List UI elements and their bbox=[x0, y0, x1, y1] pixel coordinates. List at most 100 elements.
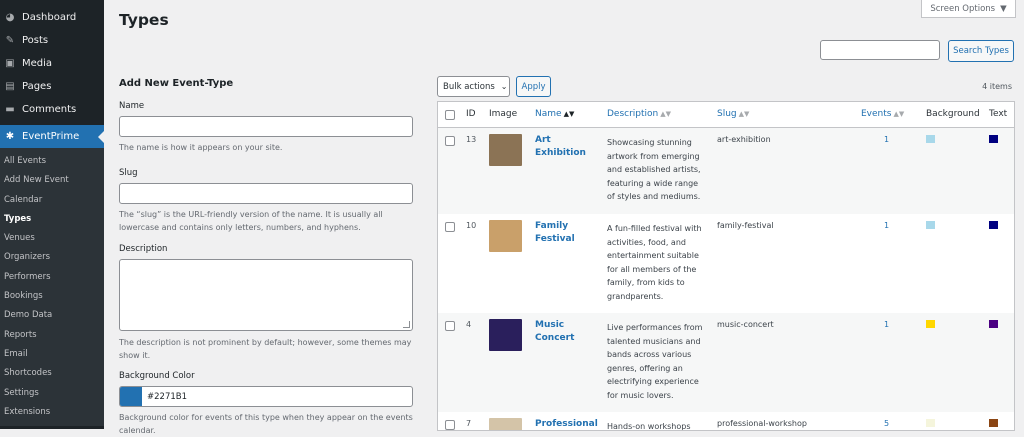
menu-item-label: Pages bbox=[22, 81, 52, 92]
menu-item-label: Media bbox=[22, 58, 53, 69]
menu-item-dashboard[interactable]: ◕ Dashboard bbox=[0, 6, 104, 29]
menu-item-eventprime[interactable]: ✱ EventPrime bbox=[0, 125, 104, 148]
dashboard-icon: ◕ bbox=[5, 12, 15, 23]
type-description: A fun-filled festival with activities, f… bbox=[607, 224, 702, 301]
type-image bbox=[489, 134, 522, 166]
type-name-link[interactable]: Music Concert bbox=[535, 319, 590, 345]
apply-button[interactable]: Apply bbox=[516, 76, 551, 97]
submenu-item-organizers[interactable]: Organizers bbox=[0, 248, 104, 267]
events-count-link[interactable]: 1 bbox=[884, 221, 889, 230]
row-checkbox[interactable] bbox=[445, 136, 455, 146]
submenu-item-all-events[interactable]: All Events bbox=[0, 152, 104, 171]
events-count-link[interactable]: 1 bbox=[884, 320, 889, 329]
type-image bbox=[489, 220, 522, 252]
text-color-swatch bbox=[989, 221, 998, 229]
column-description-label: Description bbox=[607, 109, 659, 119]
background-color-swatch bbox=[926, 135, 935, 143]
comments-icon: ▬ bbox=[5, 104, 15, 115]
search-types-button[interactable]: Search Types bbox=[948, 40, 1014, 62]
chevron-down-icon: ⌄ bbox=[500, 82, 508, 91]
menu-item-label: EventPrime bbox=[22, 131, 80, 142]
events-count-link[interactable]: 1 bbox=[884, 135, 889, 144]
submenu-item-demo-data[interactable]: Demo Data bbox=[0, 306, 104, 325]
column-name[interactable]: Name ▲▼ bbox=[535, 102, 574, 127]
row-checkbox[interactable] bbox=[445, 222, 455, 232]
slug-description: The “slug” is the URL-friendly version o… bbox=[119, 210, 383, 232]
background-color-swatch bbox=[926, 320, 935, 328]
menu-item-label: Posts bbox=[22, 35, 49, 46]
page-title: Types bbox=[119, 11, 169, 29]
pin-icon: ✎ bbox=[5, 35, 15, 46]
name-field[interactable] bbox=[119, 116, 413, 137]
slug-label: Slug bbox=[119, 168, 138, 178]
type-slug: music-concert bbox=[717, 320, 774, 329]
sort-icon: ▲▼ bbox=[563, 110, 575, 118]
column-slug[interactable]: Slug ▲▼ bbox=[717, 102, 749, 127]
submenu-item-email[interactable]: Email bbox=[0, 345, 104, 364]
submenu-item-bookings[interactable]: Bookings bbox=[0, 287, 104, 306]
color-value: #2271B1 bbox=[147, 391, 187, 402]
menu-item-media[interactable]: ▣ Media bbox=[0, 52, 104, 75]
add-type-form: Add New Event-Type Name The name is how … bbox=[119, 78, 414, 437]
name-label: Name bbox=[119, 101, 145, 111]
color-swatch[interactable] bbox=[120, 387, 142, 406]
type-name-link[interactable]: Art Exhibition bbox=[535, 134, 590, 160]
menu-item-pages[interactable]: ▤ Pages bbox=[0, 75, 104, 98]
submenu-item-calendar[interactable]: Calendar bbox=[0, 191, 104, 210]
column-name-label: Name bbox=[535, 109, 562, 119]
description-textarea[interactable] bbox=[119, 259, 413, 331]
name-description: The name is how it appears on your site. bbox=[119, 143, 283, 152]
column-events[interactable]: Events ▲▼ bbox=[861, 102, 904, 127]
menu-item-comments[interactable]: ▬ Comments bbox=[0, 98, 104, 121]
type-slug: professional-workshop bbox=[717, 419, 807, 428]
column-id: ID bbox=[466, 109, 476, 119]
eventprime-submenu: All Events Add New Event Calendar Types Venu… bbox=[0, 148, 104, 427]
column-text: Text bbox=[989, 109, 1008, 119]
row-id: 13 bbox=[466, 135, 477, 144]
text-color-swatch bbox=[989, 419, 998, 427]
submenu-item-types[interactable]: Types bbox=[0, 210, 104, 229]
screen-options-label: Screen Options bbox=[930, 3, 996, 14]
background-color-field[interactable]: #2271B1 bbox=[119, 386, 413, 407]
row-id: 4 bbox=[466, 320, 472, 329]
type-description: Live performances from talented musician… bbox=[607, 323, 703, 400]
pages-icon: ▤ bbox=[5, 81, 15, 92]
slug-field[interactable] bbox=[119, 183, 413, 204]
select-all-checkbox[interactable] bbox=[445, 110, 455, 120]
background-color-swatch bbox=[926, 419, 935, 427]
items-count: 4 items bbox=[982, 82, 1012, 91]
type-name-link[interactable]: Family Festival bbox=[535, 220, 590, 246]
form-heading: Add New Event-Type bbox=[119, 78, 234, 89]
row-checkbox[interactable] bbox=[445, 321, 455, 331]
submenu-item-add-new-event[interactable]: Add New Event bbox=[0, 171, 104, 190]
table-row: 10 Family Festival A fun-filled festival w… bbox=[438, 214, 1014, 313]
sort-icon: ▲▼ bbox=[738, 110, 750, 118]
events-count-link[interactable]: 5 bbox=[884, 419, 889, 428]
submenu-item-shortcodes[interactable]: Shortcodes bbox=[0, 364, 104, 383]
bulk-actions-label: Bulk actions bbox=[443, 81, 495, 92]
main-content: Types Screen Options ▼ Search Types Add N… bbox=[104, 0, 1024, 435]
type-description: Showcasing stunning artwork from emergin… bbox=[607, 138, 701, 201]
menu-item-posts[interactable]: ✎ Posts bbox=[0, 29, 104, 52]
sort-icon: ▲▼ bbox=[660, 110, 672, 118]
submenu-item-extensions[interactable]: Extensions bbox=[0, 403, 104, 422]
menu-item-label: Comments bbox=[22, 104, 77, 115]
background-color-help: Background color for events of this type… bbox=[119, 413, 413, 435]
submenu-item-venues[interactable]: Venues bbox=[0, 229, 104, 248]
types-table: ID Image Name ▲▼ Description ▲▼ Slug ▲▼ Eve… bbox=[437, 101, 1015, 431]
submenu-item-reports[interactable]: Reports bbox=[0, 326, 104, 345]
submenu-item-settings[interactable]: Settings bbox=[0, 384, 104, 403]
column-background: Background bbox=[926, 109, 980, 119]
screen-options-button[interactable]: Screen Options ▼ bbox=[921, 0, 1016, 18]
description-label: Description bbox=[119, 244, 168, 254]
background-color-label: Background Color bbox=[119, 371, 195, 381]
type-name-link[interactable]: Professional bbox=[535, 418, 598, 430]
column-description[interactable]: Description ▲▼ bbox=[607, 102, 671, 127]
type-slug: family-festival bbox=[717, 221, 774, 230]
text-color-swatch bbox=[989, 320, 998, 328]
type-image bbox=[489, 319, 522, 351]
bulk-actions-select[interactable]: Bulk actions ⌄ bbox=[437, 76, 510, 97]
search-input[interactable] bbox=[820, 40, 940, 60]
submenu-item-performers[interactable]: Performers bbox=[0, 268, 104, 287]
table-row: 4 Music Concert Live performances from tal… bbox=[438, 313, 1014, 412]
